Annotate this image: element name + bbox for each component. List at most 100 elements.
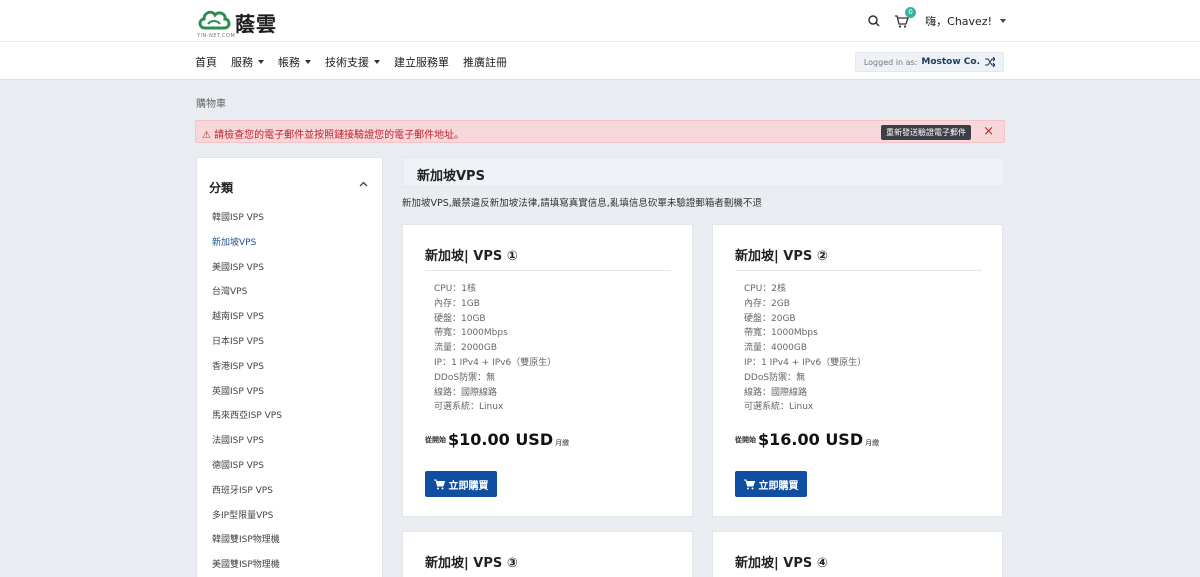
spec-route: 線路：國際線路 (744, 387, 808, 398)
alert-message: ⚠ 請檢查您的電子郵件並按照鏈接驗證您的電子郵件地址。 (202, 130, 465, 141)
sidebar-item-germany-isp[interactable]: 德國ISP VPS (212, 459, 377, 484)
brand-domain: YIN-NET.COM (197, 33, 236, 39)
sidebar-item-multi-ip[interactable]: 多IP型限量VPS (212, 509, 377, 534)
order-now-button[interactable]: 立即購買 (425, 471, 497, 497)
product-price: 從開始 $16.00 USD 月繳 (735, 430, 879, 449)
spec-os: 可選系統：Linux (744, 402, 814, 413)
divider (735, 270, 981, 271)
sidebar-item-malaysia-isp[interactable]: 馬來西亞ISP VPS (212, 409, 377, 434)
category-header: 新加坡VPS (402, 157, 1004, 187)
user-greeting: 嗨，Chavez! (925, 15, 992, 28)
category-list: 韓國ISP VPS 新加坡VPS 美國ISP VPS 台灣VPS 越南ISP V… (212, 211, 377, 577)
order-now-label: 立即購買 (448, 480, 489, 492)
product-card: 新加坡| VPS ① CPU：1核 內存：1GB 硬盤：10GB 帶寬：1000… (402, 224, 693, 517)
nav-label: 技術支援 (325, 56, 369, 69)
chevron-down-icon (374, 60, 380, 64)
category-sidebar: 分類 韓國ISP VPS 新加坡VPS 美國ISP VPS 台灣VPS 越南IS… (196, 157, 383, 577)
user-menu[interactable]: 嗨，Chavez! (925, 13, 1006, 29)
sidebar-item-korea-isp[interactable]: 韓國ISP VPS (212, 211, 377, 236)
spec-bandwidth: 帶寬：1000Mbps (434, 328, 508, 339)
product-price: 從開始 $10.00 USD 月繳 (425, 430, 569, 449)
logged-in-as-badge[interactable]: Logged in as: Mostow Co. (854, 52, 1004, 72)
product-specs: CPU：1核 內存：1GB 硬盤：10GB 帶寬：1000Mbps 流量：200… (434, 281, 556, 414)
sidebar-heading: 分類 (209, 181, 234, 195)
logged-in-label: Logged in as: (863, 57, 918, 67)
shuffle-icon (985, 57, 995, 67)
sidebar-item-taiwan[interactable]: 台灣VPS (212, 285, 377, 310)
cart-icon[interactable]: 0 (893, 7, 917, 30)
product-name: 新加坡| VPS ② (735, 249, 828, 264)
product-card: 新加坡| VPS ② CPU：2核 內存：2GB 硬盤：20GB 帶寬：1000… (712, 224, 1003, 517)
nav-item-billing[interactable]: 帳務 (278, 54, 311, 70)
nav-label: 服務 (231, 56, 253, 69)
resend-verification-button[interactable]: 重新發送驗證電子郵件 (881, 125, 971, 140)
cart-count-badge: 0 (905, 7, 917, 18)
cart-icon (743, 479, 755, 489)
spec-ddos: DDoS防禦：無 (744, 372, 806, 383)
product-card: 新加坡| VPS ④ (712, 531, 1003, 577)
spec-os: 可選系統：Linux (434, 402, 504, 413)
product-name: 新加坡| VPS ① (425, 249, 518, 264)
spec-traffic: 流量：4000GB (744, 343, 808, 354)
spec-disk: 硬盤：10GB (434, 313, 486, 324)
cloud-logo-icon (198, 10, 231, 30)
sidebar-item-hongkong-isp[interactable]: 香港ISP VPS (212, 360, 377, 385)
price-amount: $10.00 USD (448, 430, 554, 449)
category-description: 新加坡VPS,嚴禁違反新加坡法律,請填寫真實信息,亂填信息砍單未驗證郵箱者刪機不… (402, 198, 762, 209)
nav-label: 帳務 (278, 56, 300, 69)
logged-in-account: Mostow Co. (921, 57, 980, 67)
spec-disk: 硬盤：20GB (744, 313, 796, 324)
search-icon[interactable] (865, 12, 883, 30)
chevron-down-icon (1000, 19, 1006, 23)
nav-item-home[interactable]: 首頁 (195, 54, 217, 70)
nav-label: 首頁 (195, 56, 217, 69)
sidebar-item-korea-dedicated[interactable]: 韓國雙ISP物理機 (212, 533, 377, 558)
email-verify-alert: ⚠ 請檢查您的電子郵件並按照鏈接驗證您的電子郵件地址。 重新發送驗證電子郵件 × (195, 120, 1005, 143)
sidebar-item-france-isp[interactable]: 法國ISP VPS (212, 434, 377, 459)
product-name: 新加坡| VPS ④ (735, 556, 828, 571)
chevron-down-icon (305, 60, 311, 64)
nav-item-services[interactable]: 服務 (231, 54, 264, 70)
chevron-up-icon[interactable] (359, 180, 368, 189)
sidebar-item-vietnam-isp[interactable]: 越南ISP VPS (212, 310, 377, 335)
nav-item-affiliates[interactable]: 推廣註冊 (463, 54, 507, 70)
top-header: 蔭雲 YIN-NET.COM 0 嗨，Chavez! (0, 0, 1200, 42)
order-now-button[interactable]: 立即購買 (735, 471, 807, 497)
sidebar-item-us-isp[interactable]: 美國ISP VPS (212, 261, 377, 286)
close-icon[interactable]: × (983, 124, 994, 139)
spec-ip: IP：1 IPv4 + IPv6（雙原生） (744, 357, 867, 368)
nav-item-open-ticket[interactable]: 建立服務單 (394, 54, 449, 70)
brand-logo[interactable]: 蔭雲 YIN-NET.COM (197, 6, 287, 39)
sidebar-item-japan-isp[interactable]: 日本ISP VPS (212, 335, 377, 360)
price-amount: $16.00 USD (758, 430, 864, 449)
product-name: 新加坡| VPS ③ (425, 556, 518, 571)
price-from-label: 從開始 (735, 436, 756, 444)
product-specs: CPU：2核 內存：2GB 硬盤：20GB 帶寬：1000Mbps 流量：400… (744, 281, 866, 414)
spec-memory: 內存：1GB (434, 298, 480, 309)
breadcrumb[interactable]: 購物車 (196, 95, 226, 110)
sidebar-item-us-dedicated[interactable]: 美國雙ISP物理機 (212, 558, 377, 577)
spec-cpu: CPU：2核 (744, 284, 787, 294)
chevron-down-icon (258, 60, 264, 64)
cart-icon (433, 479, 445, 489)
product-card: 新加坡| VPS ③ (402, 531, 693, 577)
spec-traffic: 流量：2000GB (434, 343, 498, 354)
price-from-label: 從開始 (425, 436, 446, 444)
spec-bandwidth: 帶寬：1000Mbps (744, 328, 818, 339)
billing-cycle: 月繳 (865, 439, 880, 447)
sidebar-item-uk-isp[interactable]: 英國ISP VPS (212, 385, 377, 410)
header-actions: 0 嗨，Chavez! (855, 7, 1006, 30)
spec-ip: IP：1 IPv4 + IPv6（雙原生） (434, 357, 557, 368)
nav-item-support[interactable]: 技術支援 (325, 54, 380, 70)
order-now-label: 立即購買 (758, 480, 799, 492)
main-navbar: 首頁 服務 帳務 技術支援 建立服務單 推廣註冊 Logged in as: M… (0, 42, 1200, 80)
divider (425, 270, 671, 271)
category-title: 新加坡VPS (417, 169, 485, 184)
billing-cycle: 月繳 (555, 439, 570, 447)
spec-ddos: DDoS防禦：無 (434, 372, 496, 383)
spec-memory: 內存：2GB (744, 298, 790, 309)
sidebar-item-singapore[interactable]: 新加坡VPS (212, 236, 377, 261)
nav-label: 建立服務單 (394, 56, 449, 69)
nav-menu: 首頁 服務 帳務 技術支援 建立服務單 推廣註冊 (195, 54, 521, 70)
sidebar-item-spain-isp[interactable]: 西班牙ISP VPS (212, 484, 377, 509)
